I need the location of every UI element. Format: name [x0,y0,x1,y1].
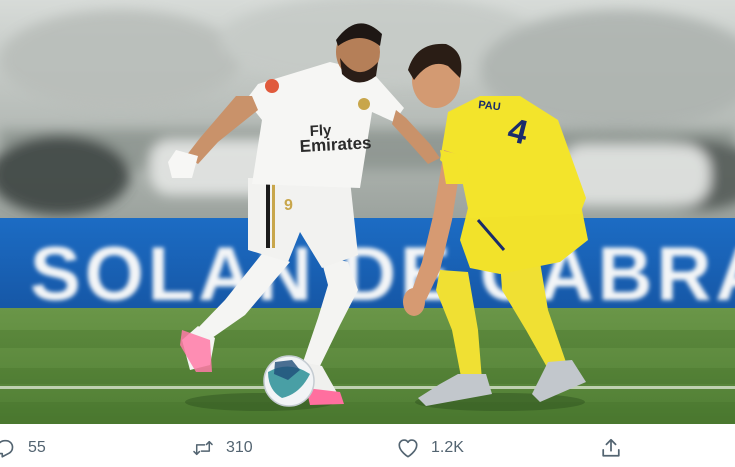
reply-icon [0,437,16,459]
shirt-name: PAU [478,99,502,113]
retweet-button[interactable]: 310 [192,436,253,460]
share-button[interactable] [600,436,622,460]
retweet-icon [192,437,214,459]
shorts-number: 9 [284,197,293,214]
league-badge [265,79,279,93]
like-count: 1.2K [431,439,464,456]
reply-count: 55 [28,439,46,456]
football [263,355,315,407]
like-button[interactable]: 1.2K [397,436,464,460]
reply-button[interactable]: 55 [0,436,46,460]
match-photo-illustration: SOLAN DE CABRA 9 Fly Emirates 4 PAU [0,0,735,424]
tweet-photo[interactable]: SOLAN DE CABRA 9 Fly Emirates 4 PAU [0,0,735,424]
pitch-line [0,386,735,389]
heart-icon [397,437,419,459]
club-crest [358,98,370,110]
pitch-stripes [0,330,735,424]
share-icon [600,437,622,459]
shirt-sponsor-2: Emirates [299,133,372,156]
tweet-actions: 55 310 1.2K [0,424,735,467]
board-text: SOLAN DE CABRA [30,232,735,317]
tweet-card: SOLAN DE CABRA 9 Fly Emirates 4 PAU 55 3… [0,0,735,467]
retweet-count: 310 [226,439,253,456]
